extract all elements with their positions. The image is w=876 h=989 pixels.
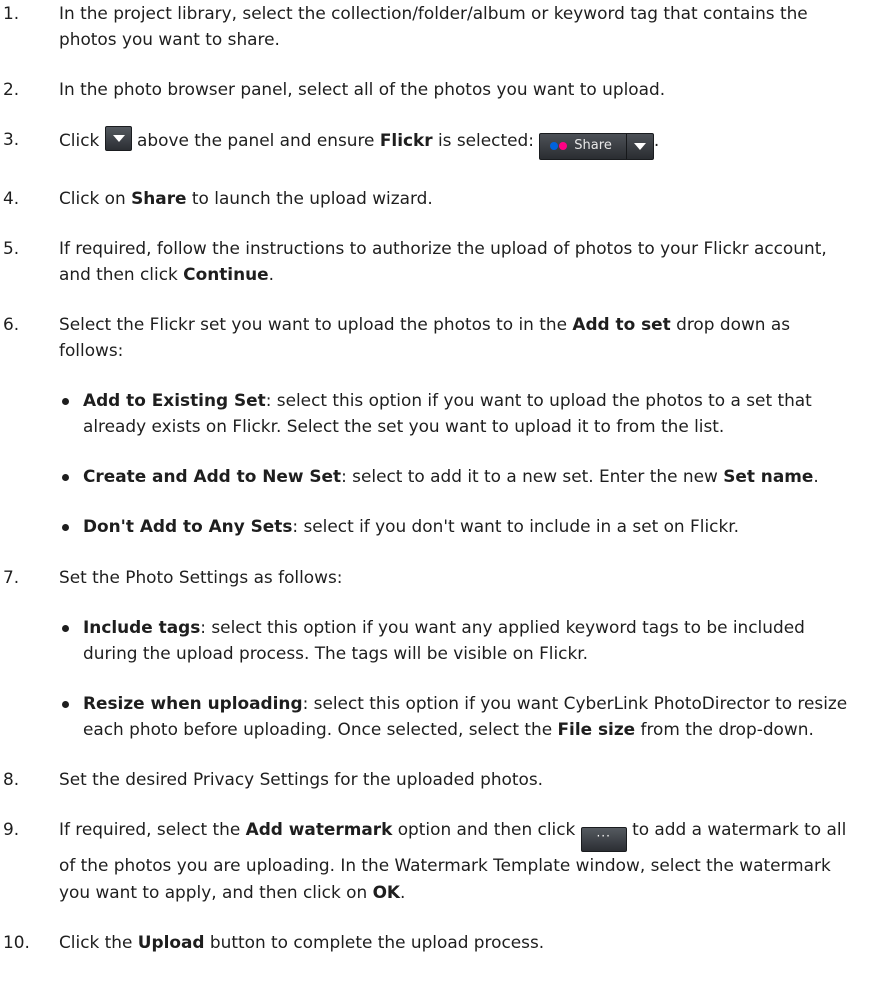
list-item-text: Don't Add to Any Sets: select if you don…: [83, 513, 858, 539]
step-text-part: .: [400, 881, 406, 902]
list-item-bold-2: File size: [557, 719, 636, 740]
list-item-bold: Resize when uploading: [83, 693, 303, 714]
step-text: If required, select the Add watermark op…: [59, 816, 858, 904]
step-number: 1.: [3, 3, 20, 23]
step-number: 4.: [3, 187, 20, 208]
list-item-text: Create and Add to New Set: select to add…: [83, 463, 858, 489]
list-item-desc: : select if you don't want to include in…: [292, 516, 740, 537]
step-text: Set the desired Privacy Settings for the…: [59, 769, 544, 790]
step-text-part: Select the Flickr set you want to upload…: [59, 313, 567, 334]
flickr-pink-dot-icon: [559, 142, 568, 151]
list-item-bold: Include tags: [83, 616, 201, 637]
bullet-dot: [62, 624, 69, 632]
list-item-bold-2: Set name: [723, 466, 814, 487]
step-text: Set the Photo Settings as follows:: [59, 566, 343, 587]
bullet-dot: [62, 524, 69, 532]
step-number: 2.: [3, 79, 20, 100]
flickr-blue-dot-icon: [550, 142, 559, 151]
list-item-bold: Add to Existing Set: [83, 390, 266, 411]
bullet-dot: [62, 474, 69, 482]
step-text-part: If required, follow the instructions to …: [59, 237, 827, 284]
step-text: Select the Flickr set you want to upload…: [59, 311, 858, 363]
list-item-text: Add to Existing Set: select this option …: [83, 387, 858, 439]
step-text-part: .: [653, 130, 660, 151]
step-text-bold: Continue: [183, 263, 269, 284]
step-text-part: above the panel and ensure: [137, 130, 375, 151]
step-text-part: Click: [59, 130, 100, 151]
list-item-text: Include tags: select this option if you …: [83, 614, 858, 666]
step-text-bold: Add watermark: [245, 819, 393, 840]
step-text-part: is selected:: [437, 130, 534, 151]
step-number: 5.: [3, 237, 20, 258]
list-item-bold: Create and Add to New Set: [83, 466, 342, 487]
list-item-bold: Don't Add to Any Sets: [83, 516, 293, 537]
list-item-end: from the drop-down.: [635, 719, 814, 740]
step-text-part: button to complete the upload process.: [209, 931, 545, 952]
step-text-bold: Add to set: [572, 313, 671, 334]
step-text: Click the Upload button to complete the …: [59, 929, 858, 955]
list-item-desc: : select to add it to a new set. Enter t…: [341, 466, 718, 487]
step-text-bold-2: OK: [372, 881, 401, 902]
step-text-bold: Flickr: [379, 130, 433, 151]
share-dropdown-arrow-icon: [627, 134, 653, 159]
step-text-bold: Upload: [137, 931, 205, 952]
list-item-text: Resize when uploading: select this optio…: [83, 690, 858, 742]
bullet-dot: [62, 398, 69, 406]
step-text: Click above the panel and ensure Flickr …: [59, 126, 858, 160]
step-number: 9.: [3, 819, 20, 840]
step-text-part: option and then click: [397, 819, 576, 840]
step-text: If required, follow the instructions to …: [59, 235, 858, 287]
step-number: 8.: [3, 769, 20, 790]
bullet-dot: [62, 701, 69, 709]
step-number: 10.: [3, 931, 30, 952]
step-number: 3.: [3, 129, 20, 150]
step-text-part: Click on: [59, 187, 126, 208]
step-text-part: .: [268, 263, 275, 284]
dropdown-arrow-icon: [104, 126, 132, 152]
more-options-icon: ···: [580, 827, 627, 853]
step-text: In the project library, select the colle…: [59, 3, 808, 50]
instruction-page: 1. In the project library, select the co…: [0, 0, 876, 989]
step-text-part: If required, select the: [59, 819, 241, 840]
step-text: Click on Share to launch the upload wiza…: [59, 185, 858, 211]
step-number: 7.: [3, 566, 20, 587]
step-text-part: Click the: [59, 931, 133, 952]
step-text: In the photo browser panel, select all o…: [59, 79, 666, 100]
share-button-label: Share: [574, 138, 612, 154]
share-button: Share: [540, 133, 627, 159]
share-widget: Share: [539, 132, 654, 160]
list-item-end: .: [813, 466, 819, 487]
step-text-bold: Share: [131, 187, 187, 208]
step-number: 6.: [3, 313, 20, 334]
step-text-part: to launch the upload wizard.: [191, 187, 433, 208]
